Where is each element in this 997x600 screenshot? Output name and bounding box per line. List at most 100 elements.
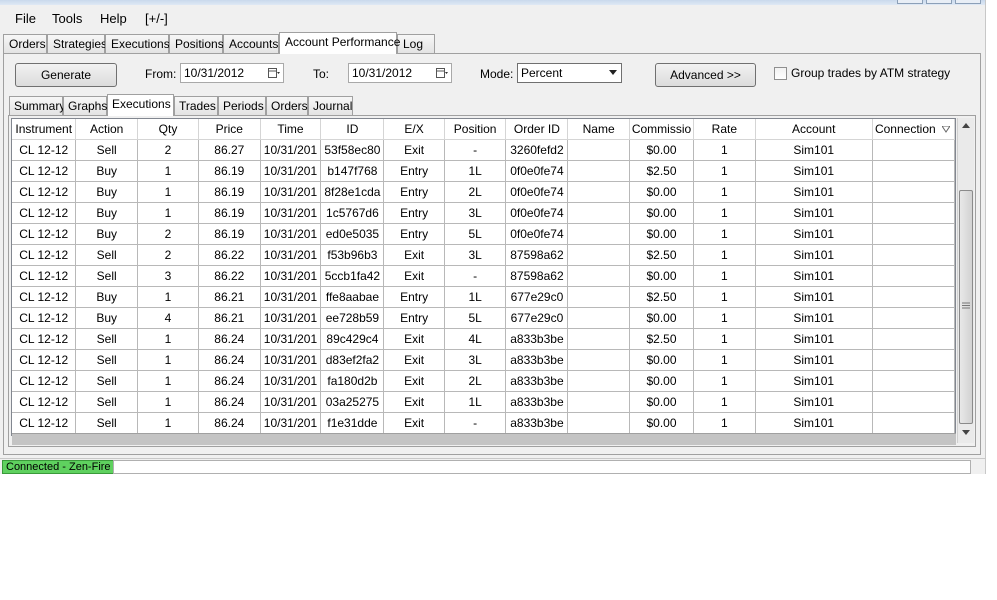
column-header[interactable]: Action — [75, 119, 138, 140]
tab-account-performance[interactable]: Account Performance — [279, 32, 400, 54]
table-row[interactable]: CL 12-12 Sell 1 86.24 10/31/201 d83ef2fa2 Exit… — [12, 349, 955, 371]
column-header[interactable]: E/X — [383, 119, 445, 140]
minimize-button[interactable] — [897, 0, 923, 4]
table-cell — [567, 160, 630, 182]
table-cell: 3L — [444, 202, 507, 224]
column-header[interactable]: Position — [444, 119, 507, 140]
subtab-trades[interactable]: Trades — [174, 96, 218, 115]
table-row[interactable]: CL 12-12 Buy 4 86.21 10/31/201 ee728b59 Entry 5… — [12, 307, 955, 329]
table-cell: 1 — [693, 265, 756, 287]
subtab-orders[interactable]: Orders — [266, 96, 308, 115]
table-cell: 1 — [693, 286, 756, 308]
table-cell: Exit — [383, 391, 445, 413]
table-cell: 53f58ec80 — [320, 139, 385, 161]
vertical-scrollbar[interactable] — [957, 118, 974, 443]
scroll-down-arrow-icon[interactable] — [962, 430, 970, 436]
filter-icon[interactable] — [940, 125, 951, 133]
table-row[interactable]: CL 12-12 Buy 1 86.19 10/31/201 8f28e1cda Entry… — [12, 181, 955, 203]
table-cell: Exit — [383, 244, 445, 266]
subtab-executions[interactable]: Executions — [107, 94, 174, 116]
table-row[interactable]: CL 12-12 Buy 1 86.21 10/31/201 ffe8aabae Entry… — [12, 286, 955, 308]
subtab-periods[interactable]: Periods — [218, 96, 266, 115]
column-header[interactable]: Rate — [693, 119, 756, 140]
vertical-scroll-thumb[interactable] — [959, 190, 973, 424]
column-header[interactable]: Account — [755, 119, 873, 140]
to-label: To: — [313, 67, 330, 81]
mode-select[interactable]: Percent — [517, 63, 622, 83]
table-cell: 4L — [444, 328, 507, 350]
column-header[interactable]: Qty — [137, 119, 200, 140]
table-cell: 1 — [693, 223, 756, 245]
group-trades-checkbox[interactable] — [774, 67, 787, 80]
table-row[interactable]: CL 12-12 Sell 1 86.24 10/31/201 03a25275 Exit 1… — [12, 391, 955, 413]
menu-expand-toggle[interactable]: [+/-] — [145, 11, 168, 26]
tab-orders[interactable]: Orders — [3, 34, 47, 53]
table-cell: Sim101 — [755, 181, 873, 203]
tab-executions[interactable]: Executions — [105, 34, 170, 53]
calendar-icon[interactable] — [436, 67, 448, 79]
subtab-graphs[interactable]: Graphs — [63, 96, 107, 115]
table-cell: $2.50 — [629, 328, 695, 350]
horizontal-scrollbar[interactable] — [12, 433, 956, 445]
table-cell: $0.00 — [629, 370, 695, 392]
table-row[interactable]: CL 12-12 Sell 1 86.24 10/31/201 fa180d2b Exit 2… — [12, 370, 955, 392]
table-row[interactable]: CL 12-12 Sell 2 86.27 10/31/201 53f58ec80 Exit… — [12, 139, 955, 161]
column-header[interactable]: Connection — [872, 119, 955, 140]
table-cell: Entry — [383, 223, 445, 245]
subtab-summary[interactable]: Summary — [9, 96, 65, 115]
close-button[interactable] — [955, 0, 981, 4]
table-row[interactable]: CL 12-12 Sell 1 86.24 10/31/201 89c429c4 Exit 4… — [12, 328, 955, 350]
mode-label: Mode: — [480, 67, 514, 81]
mode-value: Percent — [521, 66, 563, 80]
table-cell: 86.19 — [198, 181, 261, 203]
table-row[interactable]: CL 12-12 Buy 2 86.19 10/31/201 ed0e5035 Entry 5… — [12, 223, 955, 245]
advanced-button[interactable]: Advanced >> — [655, 63, 756, 87]
executions-grid[interactable]: Instrument Action Qty Price Time ID E/X Positio… — [11, 118, 956, 436]
from-date-picker[interactable]: 10/31/2012 — [180, 63, 284, 83]
tab-log[interactable]: Log — [397, 34, 435, 53]
table-cell: $2.50 — [629, 286, 695, 308]
table-cell — [567, 412, 630, 434]
menu-help[interactable]: Help — [100, 11, 127, 26]
table-row[interactable]: CL 12-12 Sell 3 86.22 10/31/201 5ccb1fa42 Exit… — [12, 265, 955, 287]
table-row[interactable]: CL 12-12 Sell 2 86.22 10/31/201 f53b96b3 Exit 3… — [12, 244, 955, 266]
table-row[interactable]: CL 12-12 Buy 1 86.19 10/31/201 b147f768 Entry 1… — [12, 160, 955, 182]
column-header[interactable]: Name — [567, 119, 630, 140]
table-cell: Sell — [75, 265, 138, 287]
tab-positions[interactable]: Positions — [169, 34, 224, 53]
subtab-journal[interactable]: Journal — [308, 96, 353, 115]
table-cell — [872, 265, 955, 287]
table-cell: 0f0e0fe74 — [505, 160, 569, 182]
table-row[interactable]: CL 12-12 Sell 1 86.24 10/31/201 f1e31dde Exit -… — [12, 412, 955, 434]
table-cell: 86.19 — [198, 160, 261, 182]
maximize-button[interactable] — [926, 0, 952, 4]
table-cell — [872, 139, 955, 161]
to-date-value: 10/31/2012 — [352, 66, 413, 80]
column-header[interactable]: Time — [260, 119, 322, 140]
table-cell — [567, 286, 630, 308]
column-header[interactable]: Price — [198, 119, 261, 140]
table-cell: Sell — [75, 349, 138, 371]
table-cell: 1 — [137, 181, 200, 203]
tab-accounts[interactable]: Accounts — [223, 34, 279, 53]
column-header[interactable]: Commissio — [629, 119, 695, 140]
calendar-icon[interactable] — [268, 67, 280, 79]
table-cell: Buy — [75, 223, 138, 245]
column-header[interactable]: ID — [320, 119, 385, 140]
to-date-picker[interactable]: 10/31/2012 — [348, 63, 452, 83]
generate-button[interactable]: Generate — [15, 63, 117, 87]
tab-strategies[interactable]: Strategies — [47, 34, 107, 53]
menu-tools[interactable]: Tools — [52, 11, 82, 26]
table-cell: 2L — [444, 181, 507, 203]
table-cell: 1 — [693, 160, 756, 182]
menu-file[interactable]: File — [15, 11, 36, 26]
menu-bar: File Tools Help [+/-] — [0, 5, 985, 31]
column-header[interactable]: Order ID — [505, 119, 569, 140]
table-cell: 10/31/201 — [260, 223, 322, 245]
grip-icon — [962, 302, 970, 309]
table-cell: 5ccb1fa42 — [320, 265, 385, 287]
table-row[interactable]: CL 12-12 Buy 1 86.19 10/31/201 1c5767d6 Entry 3… — [12, 202, 955, 224]
table-cell: 86.21 — [198, 307, 261, 329]
scroll-up-arrow-icon[interactable] — [962, 123, 970, 129]
column-header[interactable]: Instrument — [12, 119, 77, 140]
